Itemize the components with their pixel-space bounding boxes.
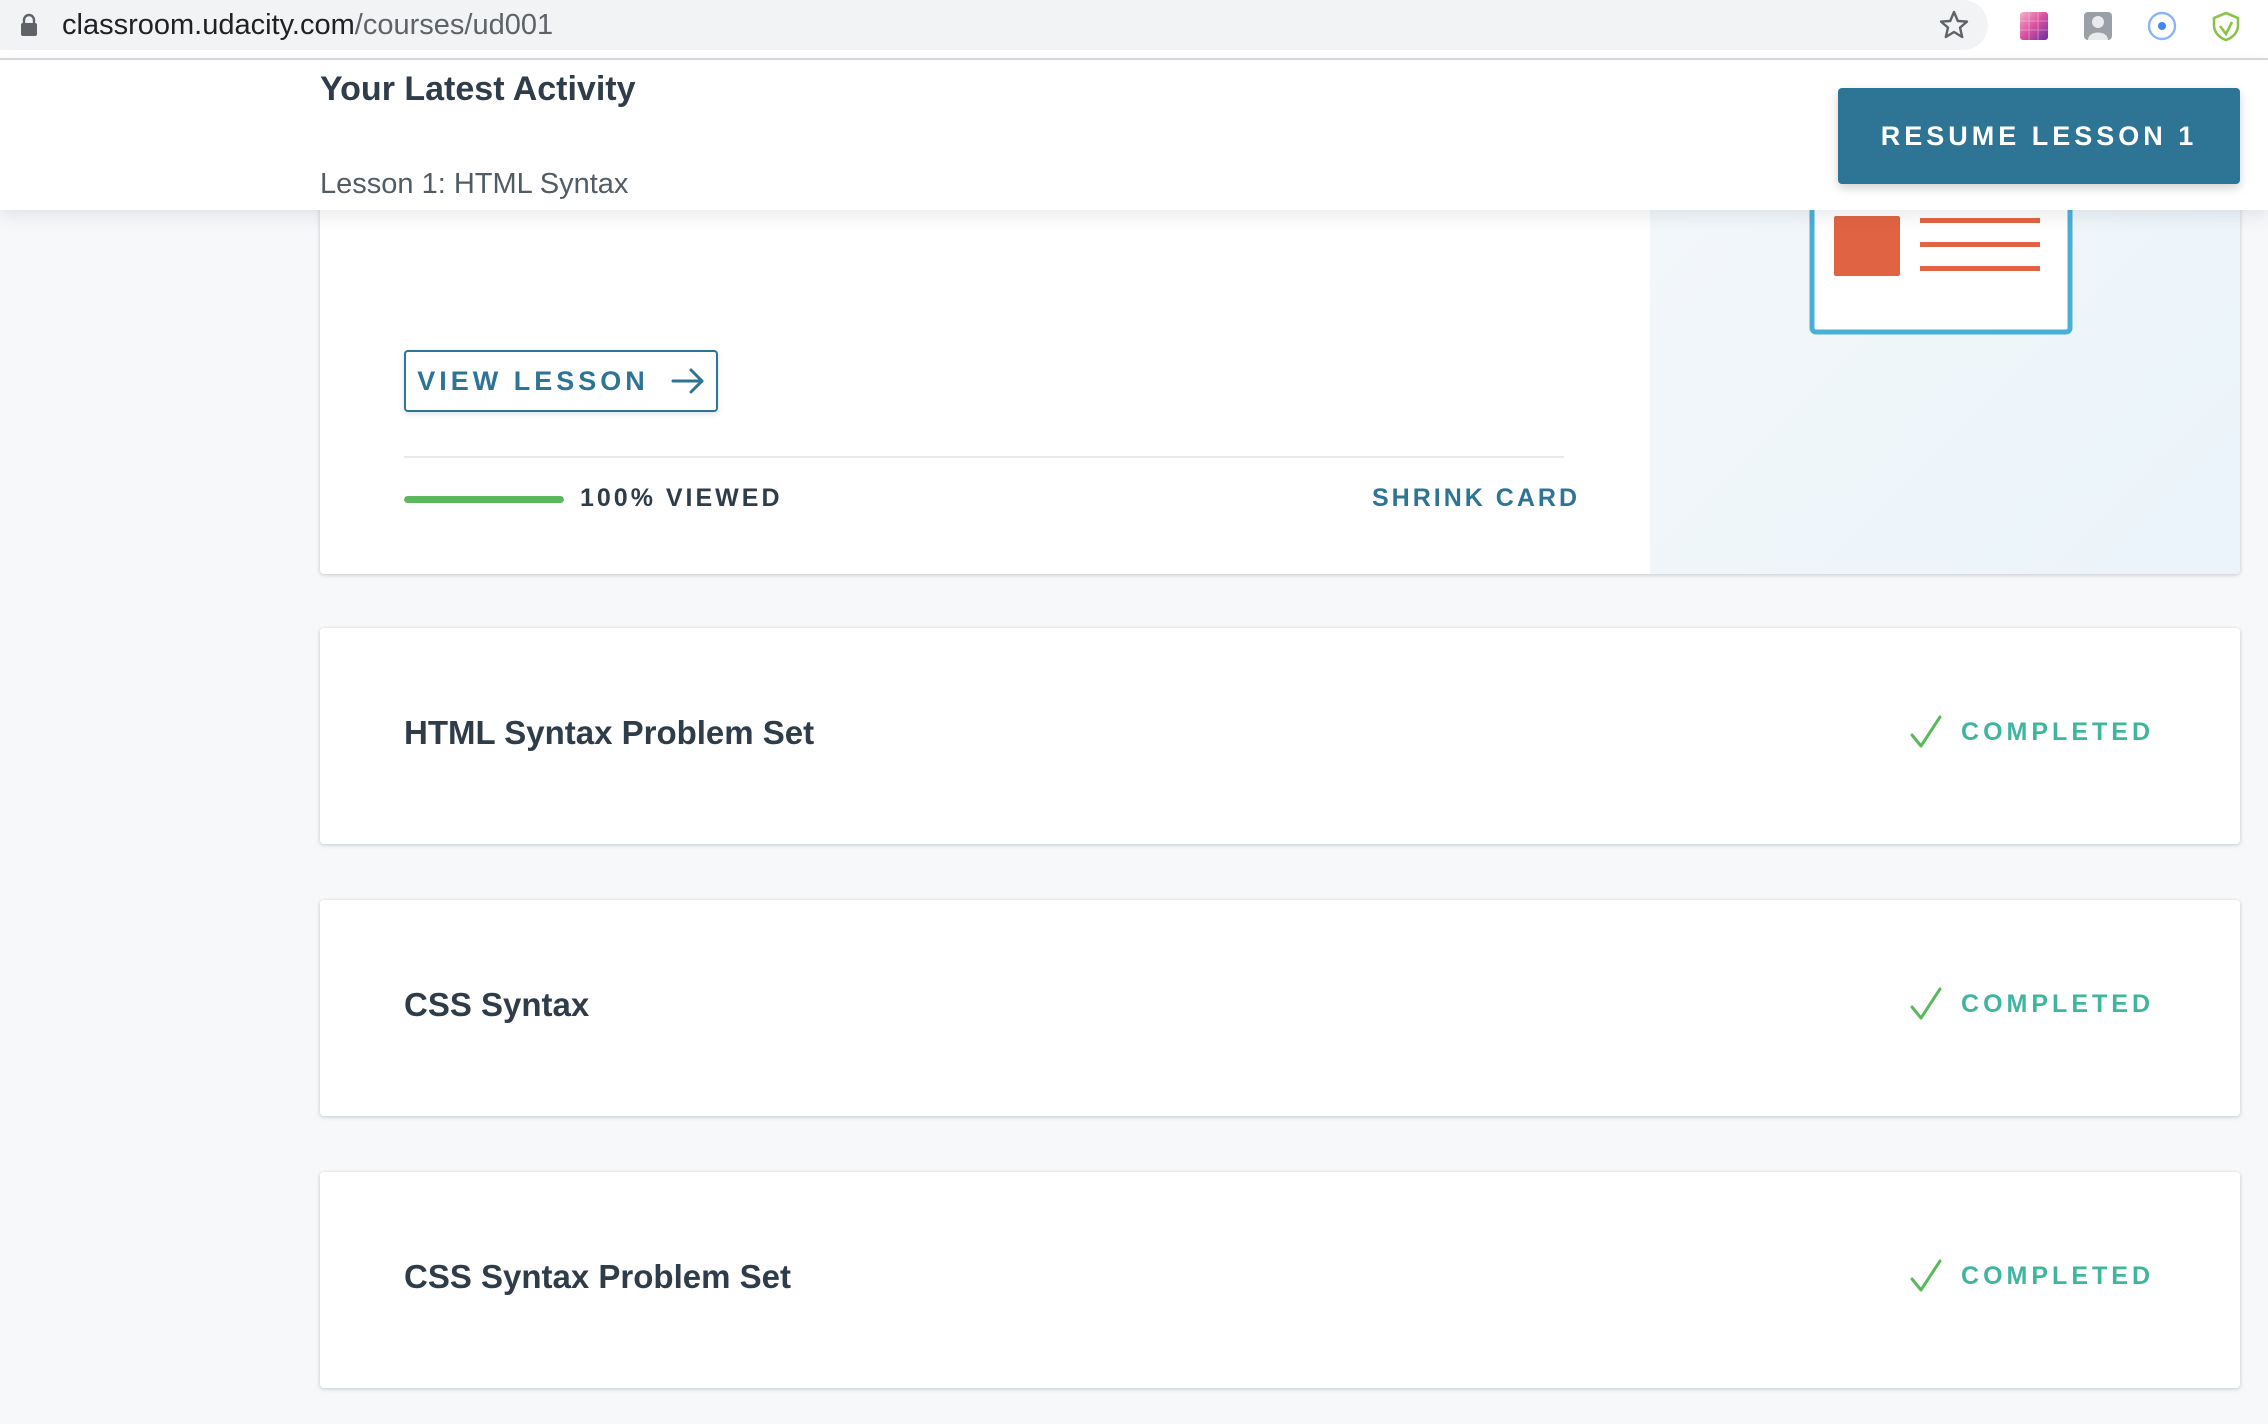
status-label: COMPLETED	[1961, 1261, 2154, 1290]
lesson-illustration	[1650, 150, 2240, 574]
progress-label: 100% VIEWED	[580, 484, 783, 512]
completed-status: COMPLETED	[1909, 986, 2154, 1022]
completed-status: COMPLETED	[1909, 1258, 2154, 1294]
check-icon	[1910, 1259, 1942, 1292]
status-label: COMPLETED	[1961, 717, 2154, 746]
profile-extension-icon[interactable]	[2082, 10, 2114, 42]
url-domain: classroom.udacity.com	[62, 9, 355, 41]
resume-lesson-button[interactable]: RESUME LESSON 1	[1838, 88, 2240, 184]
progress-fill	[404, 496, 564, 503]
url-path: /courses/ud001	[354, 9, 554, 41]
view-lesson-button[interactable]: VIEW LESSON	[404, 350, 718, 412]
arrow-right-icon	[671, 368, 704, 394]
shield-extension-icon[interactable]	[2210, 10, 2242, 42]
view-lesson-label: VIEW LESSON	[417, 365, 649, 396]
concept-card[interactable]: CSS Syntax COMPLETED	[320, 900, 2240, 1116]
concept-title: HTML Syntax Problem Set	[404, 714, 815, 751]
record-extension-icon[interactable]	[2146, 10, 2178, 42]
concept-title: CSS Syntax Problem Set	[404, 1258, 791, 1295]
url-text[interactable]: classroom.udacity.com/courses/ud001	[62, 8, 553, 42]
color-palette-extension-icon[interactable]	[2018, 10, 2050, 42]
status-label: COMPLETED	[1961, 989, 2154, 1018]
check-icon	[1910, 987, 1942, 1020]
check-icon	[1910, 715, 1942, 748]
lock-icon[interactable]	[20, 13, 38, 37]
lesson-card: VIEW LESSON 100% VIEWED SHRINK CARD	[320, 150, 2240, 574]
card-divider	[404, 456, 1564, 458]
shrink-card-link[interactable]: SHRINK CARD	[1372, 484, 1577, 513]
concept-title: CSS Syntax	[404, 986, 590, 1023]
address-bar[interactable]: classroom.udacity.com/courses/ud001	[0, 0, 1988, 50]
concept-card[interactable]: HTML Syntax Problem Set COMPLETED	[320, 628, 2240, 844]
latest-activity-bar: Your Latest Activity Lesson 1: HTML Synt…	[0, 60, 2268, 210]
latest-activity-title: Your Latest Activity	[320, 70, 636, 108]
star-icon[interactable]	[1938, 9, 1970, 41]
completed-status: COMPLETED	[1909, 714, 2154, 750]
browser-toolbar: classroom.udacity.com/courses/ud001	[0, 0, 2268, 60]
latest-activity-lesson[interactable]: Lesson 1: HTML Syntax	[320, 168, 628, 201]
concept-card[interactable]: CSS Syntax Problem Set COMPLETED	[320, 1172, 2240, 1388]
progress-bar	[404, 496, 564, 503]
